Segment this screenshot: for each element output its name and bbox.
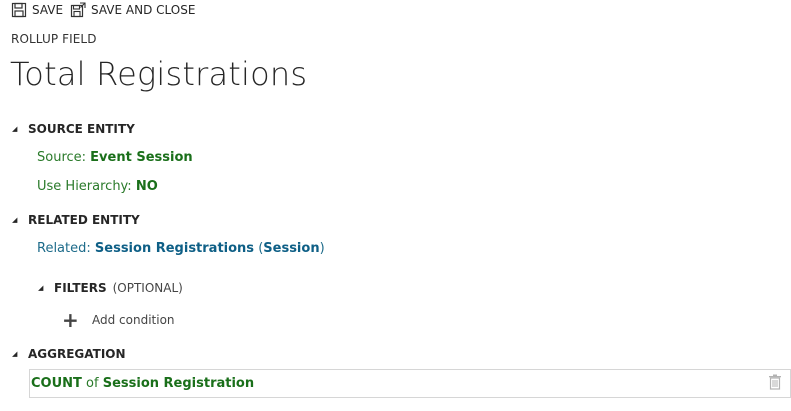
plus-icon: + (62, 308, 79, 332)
triangle-collapse-icon: ◢ (12, 350, 18, 358)
floppy-disk-icon (11, 2, 27, 18)
save-and-close-icon (70, 2, 86, 18)
trash-icon[interactable] (768, 374, 782, 390)
related-value[interactable]: Session Registrations (95, 241, 254, 256)
related-paren-close: ) (319, 241, 325, 256)
source-entity-header[interactable]: ◢ SOURCE ENTITY (12, 122, 135, 136)
filters-header[interactable]: ◢ FILTERS (OPTIONAL) (38, 281, 183, 295)
aggregation-of-label: of (86, 376, 99, 391)
save-and-close-label: SAVE AND CLOSE (91, 3, 196, 17)
related-field: Related: Session Registrations (Session) (37, 241, 325, 256)
hierarchy-label: Use Hierarchy: (37, 179, 132, 194)
use-hierarchy-field: Use Hierarchy: NO (37, 179, 158, 194)
triangle-collapse-icon: ◢ (12, 125, 18, 133)
aggregation-expression: COUNT of Session Registration (30, 376, 254, 391)
source-label: Source: (37, 150, 87, 165)
related-entity-header[interactable]: ◢ RELATED ENTITY (12, 213, 140, 227)
add-condition-button[interactable]: + Add condition (62, 310, 175, 330)
save-button[interactable]: SAVE (11, 2, 63, 18)
filters-optional-label: (OPTIONAL) (112, 281, 183, 295)
source-value[interactable]: Event Session (90, 150, 192, 165)
source-entity-title: SOURCE ENTITY (28, 122, 135, 136)
add-condition-label: Add condition (92, 313, 175, 327)
filters-title: FILTERS (54, 281, 107, 295)
related-label: Related: (37, 241, 91, 256)
triangle-collapse-icon: ◢ (12, 216, 18, 224)
aggregation-row[interactable]: COUNT of Session Registration (29, 369, 791, 398)
aggregation-header[interactable]: ◢ AGGREGATION (12, 347, 126, 361)
related-paren-value[interactable]: Session (263, 241, 319, 256)
aggregation-target[interactable]: Session Registration (103, 376, 254, 391)
triangle-collapse-icon: ◢ (38, 284, 44, 292)
aggregation-title: AGGREGATION (28, 347, 126, 361)
page-title: Total Registrations (10, 55, 308, 93)
aggregation-function[interactable]: COUNT (31, 376, 82, 391)
source-field: Source: Event Session (37, 150, 193, 165)
related-entity-title: RELATED ENTITY (28, 213, 140, 227)
hierarchy-value[interactable]: NO (136, 179, 158, 194)
entity-type-label: ROLLUP FIELD (11, 32, 97, 46)
save-label: SAVE (32, 3, 64, 17)
save-and-close-button[interactable]: SAVE AND CLOSE (70, 2, 195, 18)
